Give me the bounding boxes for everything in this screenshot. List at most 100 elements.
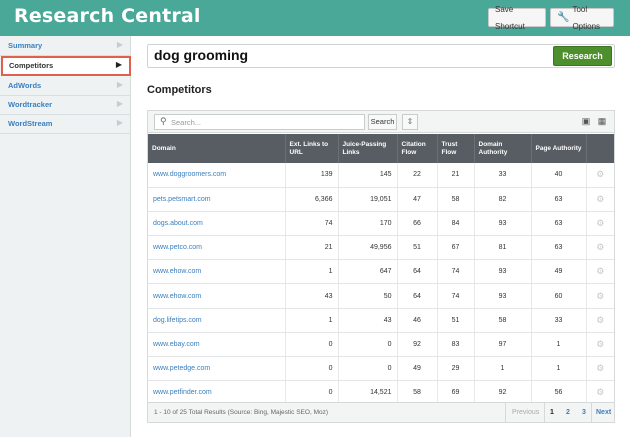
gear-icon[interactable]: ⚙	[586, 332, 614, 358]
save-shortcut-label: Save Shortcut	[495, 4, 525, 31]
gear-icon[interactable]: ⚙	[586, 308, 614, 333]
table-footer: 1 - 10 of 25 Total Results (Source: Bing…	[148, 402, 614, 423]
table-toolbar: ⚲ Search... Search ⇕ ▣ ▦	[148, 111, 614, 133]
grid-icon[interactable]: ⇕	[402, 114, 418, 130]
page-authority-cell: 40	[531, 163, 587, 188]
pagination-previous[interactable]: Previous	[512, 409, 539, 416]
gear-icon[interactable]: ⚙	[586, 163, 614, 188]
ext-links-cell: 43	[285, 283, 339, 309]
trust-flow-cell: 83	[437, 332, 475, 358]
gear-icon[interactable]: ⚙	[586, 356, 614, 382]
pagination-divider	[591, 403, 592, 423]
column-header-citation-flow[interactable]: Citation Flow	[397, 134, 438, 163]
domain-cell[interactable]: www.ehow.com	[148, 283, 286, 309]
column-header-ext-links[interactable]: Ext. Links to URL	[285, 134, 339, 163]
trust-flow-cell: 29	[437, 356, 475, 382]
column-header-trust-flow[interactable]: Trust Flow	[437, 134, 475, 163]
gear-icon[interactable]: ⚙	[586, 283, 614, 309]
search-placeholder: Search...	[171, 118, 202, 127]
table-row: www.ebay.com 0 0 92 83 97 1 ⚙	[148, 332, 614, 358]
domain-cell[interactable]: www.ehow.com	[148, 259, 286, 285]
domain-cell[interactable]: www.petedge.com	[148, 356, 286, 382]
citation-flow-cell: 22	[397, 163, 438, 188]
sidebar-item-summary[interactable]: Summary ▶	[0, 37, 131, 56]
ext-links-cell: 1	[285, 308, 339, 333]
sidebar-item-label: WordStream	[8, 119, 53, 128]
pagination-page-2[interactable]: 2	[566, 409, 570, 416]
research-button[interactable]: Research	[553, 46, 612, 66]
app-title: Research Central	[14, 5, 201, 27]
trust-flow-cell: 21	[437, 163, 475, 188]
ext-links-cell: 21	[285, 235, 339, 261]
citation-flow-cell: 66	[397, 211, 438, 237]
domain-authority-cell: 82	[474, 187, 532, 212]
domain-authority-cell: 33	[474, 163, 532, 188]
sidebar-item-wordstream[interactable]: WordStream ▶	[0, 115, 131, 134]
tool-options-label: Tool Options	[572, 4, 601, 31]
pagination-next[interactable]: Next	[596, 409, 611, 416]
page-authority-cell: 63	[531, 187, 587, 212]
table-row: pets.petsmart.com 6,366 19,051 47 58 82 63 ⚙	[148, 187, 614, 212]
domain-cell[interactable]: dogs.about.com	[148, 211, 286, 237]
domain-authority-cell: 58	[474, 308, 532, 333]
juice-links-cell: 43	[338, 308, 398, 333]
column-header-actions	[586, 134, 614, 163]
gear-icon[interactable]: ⚙	[586, 211, 614, 237]
page-authority-cell: 63	[531, 235, 587, 261]
domain-authority-cell: 97	[474, 332, 532, 358]
page-authority-cell: 1	[531, 356, 587, 382]
search-icon: ⚲	[160, 116, 167, 126]
ext-links-cell: 1	[285, 259, 339, 285]
page-authority-cell: 49	[531, 259, 587, 285]
domain-authority-cell: 93	[474, 259, 532, 285]
pagination-page-3[interactable]: 3	[582, 409, 586, 416]
competitors-table: Domain Ext. Links to URL Juice-Passing L…	[148, 134, 614, 406]
domain-authority-cell: 93	[474, 283, 532, 309]
gear-icon[interactable]: ⚙	[586, 259, 614, 285]
sidebar-item-competitors[interactable]: Competitors ▶	[1, 56, 131, 76]
column-header-juice-links[interactable]: Juice-Passing Links	[338, 134, 398, 163]
domain-cell[interactable]: dog.lifetips.com	[148, 308, 286, 333]
juice-links-cell: 50	[338, 283, 398, 309]
sidebar-item-wordtracker[interactable]: Wordtracker ▶	[0, 96, 131, 115]
ext-links-cell: 139	[285, 163, 339, 188]
page-authority-cell: 63	[531, 211, 587, 237]
keyword-input[interactable]: dog grooming	[147, 44, 615, 68]
gear-icon[interactable]: ⚙	[586, 187, 614, 212]
citation-flow-cell: 92	[397, 332, 438, 358]
table-row: dogs.about.com 74 170 66 84 93 63 ⚙	[148, 211, 614, 237]
search-button[interactable]: Search	[368, 114, 397, 130]
domain-cell[interactable]: www.ebay.com	[148, 332, 286, 358]
save-shortcut-button[interactable]: Save Shortcut	[488, 5, 546, 31]
domain-cell[interactable]: www.doggroomers.com	[148, 163, 286, 188]
page-authority-cell: 33	[531, 308, 587, 333]
table-row: dog.lifetips.com 1 43 46 51 58 33 ⚙	[148, 308, 614, 333]
tool-options-button[interactable]: 🔧 Tool Options	[550, 5, 614, 31]
page-authority-cell: 60	[531, 283, 587, 309]
page-authority-cell: 1	[531, 332, 587, 358]
sidebar-item-label: Wordtracker	[8, 100, 53, 109]
gear-icon[interactable]: ⚙	[586, 235, 614, 261]
domain-cell[interactable]: pets.petsmart.com	[148, 187, 286, 212]
column-header-page-authority[interactable]: Page Authority	[531, 134, 587, 163]
domain-authority-cell: 93	[474, 211, 532, 237]
domain-cell[interactable]: www.petco.com	[148, 235, 286, 261]
export-icon[interactable]: ▦	[595, 114, 609, 129]
ext-links-cell: 74	[285, 211, 339, 237]
chevron-right-icon: ▶	[116, 80, 123, 89]
citation-flow-cell: 46	[397, 308, 438, 333]
trust-flow-cell: 58	[437, 187, 475, 212]
column-header-domain[interactable]: Domain	[148, 134, 286, 163]
sidebar-item-adwords[interactable]: AdWords ▶	[0, 77, 131, 96]
juice-links-cell: 0	[338, 356, 398, 382]
trust-flow-cell: 84	[437, 211, 475, 237]
table-header-row: Domain Ext. Links to URL Juice-Passing L…	[148, 134, 614, 163]
column-header-domain-authority[interactable]: Domain Authority	[474, 134, 532, 163]
citation-flow-cell: 51	[397, 235, 438, 261]
pagination-page-1[interactable]: 1	[550, 409, 554, 416]
monitor-icon[interactable]: ▣	[579, 114, 593, 129]
citation-flow-cell: 47	[397, 187, 438, 212]
table-search-input[interactable]: ⚲ Search...	[154, 114, 365, 130]
sidebar-item-label: Summary	[8, 41, 43, 50]
competitors-table-card: ⚲ Search... Search ⇕ ▣ ▦ Domain Ext. Lin…	[147, 110, 615, 423]
